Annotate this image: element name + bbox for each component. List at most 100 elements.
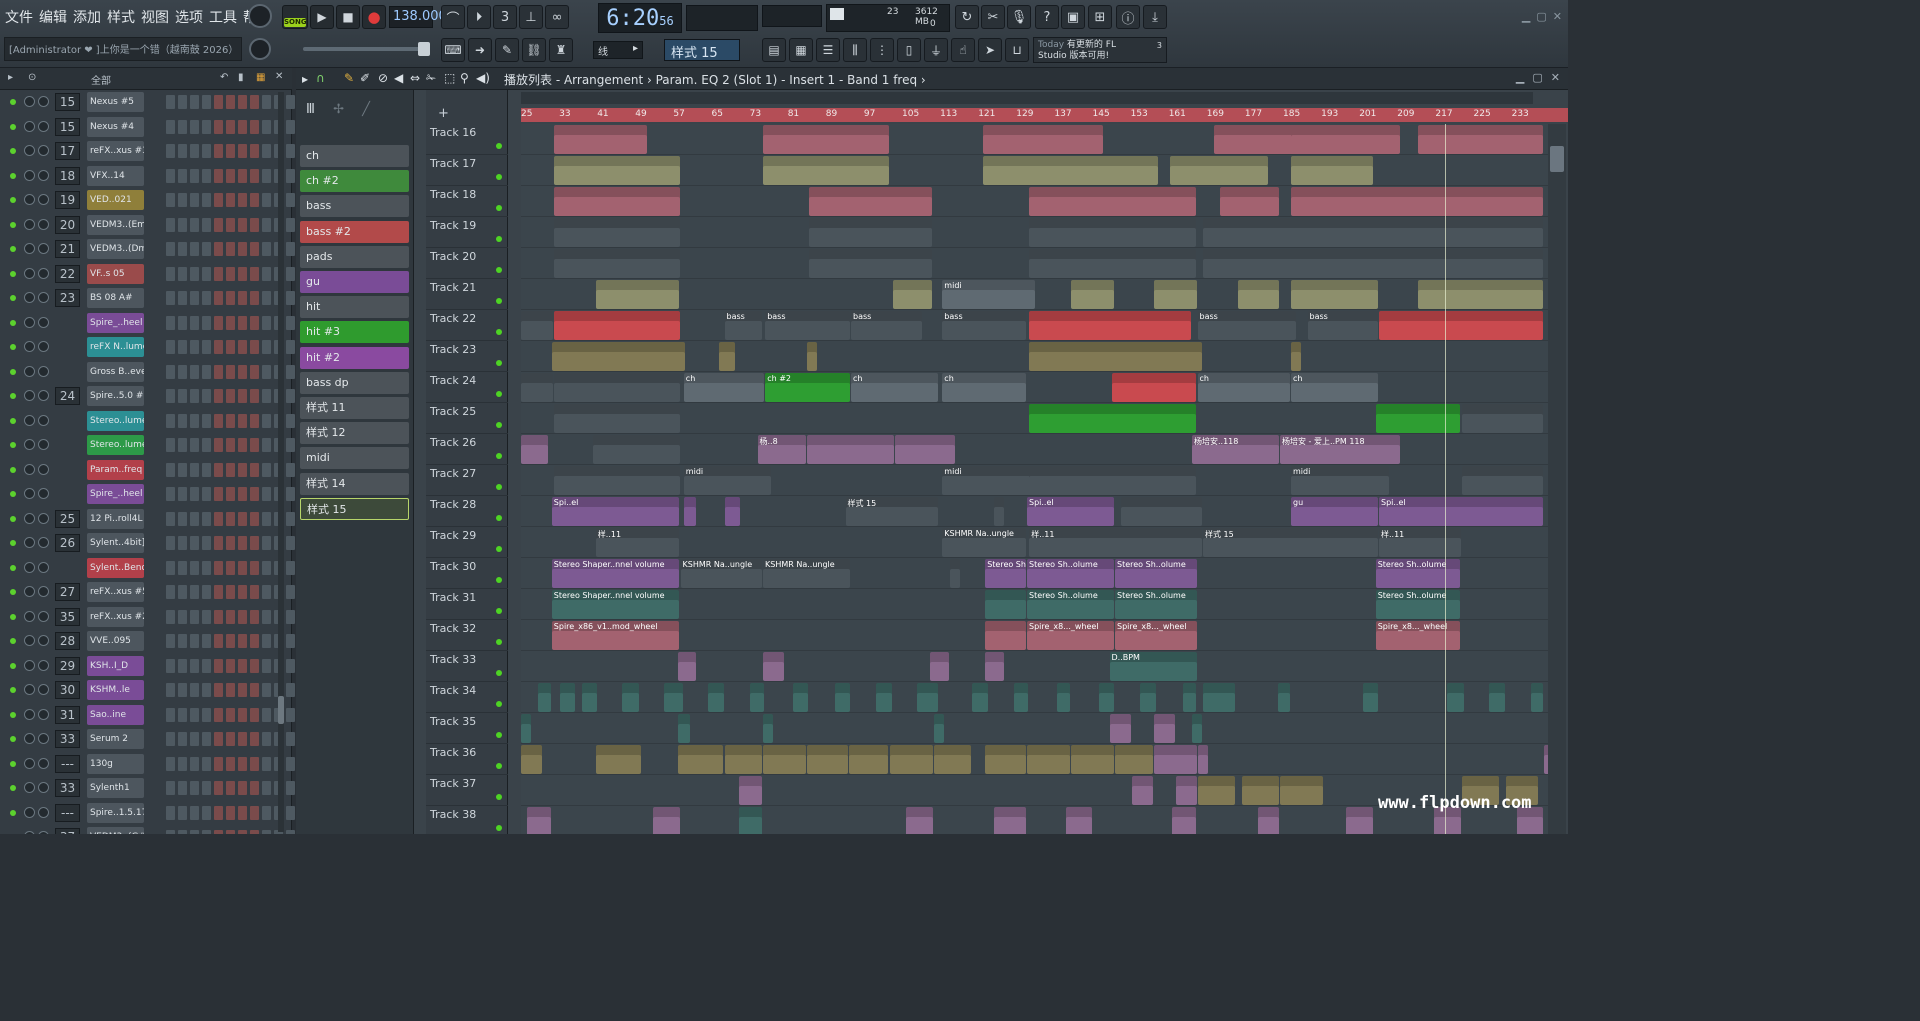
step-button[interactable] xyxy=(238,144,247,158)
channel-mixer-track[interactable] xyxy=(55,485,80,503)
step-button[interactable] xyxy=(202,242,211,256)
step-button[interactable] xyxy=(166,609,175,624)
channel-volume-knob[interactable] xyxy=(38,782,49,793)
step-button[interactable] xyxy=(250,168,259,183)
step-button[interactable] xyxy=(226,560,235,575)
channel-mixer-track[interactable]: 20 xyxy=(55,215,80,234)
playlist-clip[interactable] xyxy=(724,745,762,774)
playlist-clip[interactable] xyxy=(1029,249,1197,278)
step-button[interactable] xyxy=(166,585,175,599)
playlist-clip[interactable] xyxy=(1197,776,1235,805)
track-header[interactable]: Track 22 xyxy=(426,310,508,341)
channel-mute-led[interactable] xyxy=(10,197,16,203)
playlist-clip[interactable] xyxy=(559,683,575,712)
playlist-clip[interactable] xyxy=(1029,342,1202,371)
playlist-clip[interactable]: KSHMR Na..ungle xyxy=(763,559,850,588)
track-lane[interactable]: Spi..el 样式 15 Spi..el gu Spi..el xyxy=(521,496,1553,527)
volume-slider-handle[interactable] xyxy=(418,42,430,56)
track-lane[interactable] xyxy=(521,341,1553,372)
playlist-clip[interactable] xyxy=(1153,280,1197,309)
channel-mute-led[interactable] xyxy=(10,221,16,228)
step-button[interactable] xyxy=(250,683,259,697)
step-button[interactable] xyxy=(214,291,223,305)
save-button[interactable]: ▣ xyxy=(1061,5,1085,29)
step-button[interactable] xyxy=(202,487,211,501)
playlist-clip[interactable]: Spire_x8..._wheel xyxy=(1375,621,1461,650)
step-button[interactable] xyxy=(214,585,223,599)
step-button[interactable] xyxy=(166,340,175,354)
send-button[interactable]: ➤ xyxy=(978,38,1002,62)
playlist-clip[interactable] xyxy=(749,683,765,712)
playlist-clip[interactable]: bass xyxy=(724,311,762,340)
channel-mute-led[interactable] xyxy=(10,662,16,669)
step-button[interactable] xyxy=(226,732,235,746)
step-button[interactable] xyxy=(166,242,175,256)
track-lane[interactable]: Spire_x86_v1..mod_wheel Spire_x8..._wheel… xyxy=(521,620,1553,651)
step-button[interactable] xyxy=(190,732,199,746)
step-button[interactable] xyxy=(214,462,223,477)
channel-row[interactable]: 26 Sylent..4bit] xyxy=(0,531,295,555)
playlist-clip[interactable]: midi xyxy=(1291,466,1389,495)
step-button[interactable] xyxy=(286,487,295,501)
track-mute-led[interactable] xyxy=(496,236,502,242)
step-button[interactable] xyxy=(166,413,175,428)
playlist-clip[interactable] xyxy=(678,652,696,681)
channel-name-button[interactable]: Serum 2 xyxy=(87,729,144,749)
playlist-clip[interactable] xyxy=(1203,249,1543,278)
playlist-clip[interactable] xyxy=(1056,683,1070,712)
playhead[interactable] xyxy=(1445,124,1446,834)
channel-mute-led[interactable] xyxy=(10,123,16,130)
step-button[interactable] xyxy=(190,487,199,501)
step-button[interactable] xyxy=(166,560,175,575)
playlist-clip[interactable] xyxy=(1258,807,1279,834)
step-button[interactable] xyxy=(286,364,295,379)
playlist-overview-scrollbar[interactable] xyxy=(521,92,1533,104)
step-button[interactable] xyxy=(226,830,235,834)
step-button[interactable] xyxy=(262,585,271,599)
playlist-clip[interactable] xyxy=(554,373,680,402)
playlist-clip[interactable] xyxy=(1153,714,1175,743)
step-button[interactable] xyxy=(238,340,247,354)
channel-mute-led[interactable] xyxy=(10,760,16,767)
track-header[interactable]: Track 16 xyxy=(426,124,508,155)
step-button[interactable] xyxy=(202,95,211,109)
step-button[interactable] xyxy=(178,756,187,771)
step-button[interactable] xyxy=(226,658,235,673)
export-button[interactable]: ⤓ xyxy=(1143,5,1167,29)
track-header[interactable]: Track 18 xyxy=(426,186,508,217)
channel-mute-led[interactable] xyxy=(10,491,16,497)
playlist-clip[interactable]: Stereo Sh..olume xyxy=(1375,559,1461,588)
add-track-icon[interactable]: + xyxy=(438,106,449,121)
playlist-clip[interactable]: gu xyxy=(1291,497,1378,526)
step-button[interactable] xyxy=(286,658,295,673)
playlist-clip[interactable] xyxy=(809,187,933,216)
step-button[interactable] xyxy=(190,805,199,820)
playlist-clip[interactable] xyxy=(763,652,784,681)
channel-mixer-track[interactable] xyxy=(55,412,80,430)
next-button[interactable]: ➜ xyxy=(468,38,492,62)
step-button[interactable] xyxy=(166,756,175,771)
channel-rack-button[interactable]: ☰ xyxy=(816,38,840,62)
step-button[interactable] xyxy=(238,193,247,207)
picker-edit-icon[interactable]: ╱ xyxy=(362,102,370,117)
playlist-clip[interactable] xyxy=(930,652,949,681)
step-button[interactable] xyxy=(178,683,187,697)
mixer-button[interactable]: ⫼ xyxy=(843,38,867,62)
step-button[interactable] xyxy=(286,781,295,795)
playlist-clip[interactable] xyxy=(1489,683,1505,712)
playlist-clip[interactable] xyxy=(1027,745,1070,774)
playlist-clip[interactable] xyxy=(792,683,809,712)
step-button[interactable] xyxy=(166,511,175,526)
channel-row[interactable]: 19 VED..021 xyxy=(0,188,295,212)
step-button[interactable] xyxy=(238,266,247,281)
step-button[interactable] xyxy=(262,511,271,526)
step-button[interactable] xyxy=(238,732,247,746)
step-button[interactable] xyxy=(202,119,211,134)
playlist-clip[interactable] xyxy=(906,807,933,834)
delete-tool-icon[interactable]: ⊘ xyxy=(378,71,388,85)
track-header[interactable]: Track 25 xyxy=(426,403,508,434)
step-button[interactable] xyxy=(178,413,187,428)
track-mute-led[interactable] xyxy=(496,267,502,273)
channel-volume-knob[interactable] xyxy=(38,292,49,303)
step-button[interactable] xyxy=(262,805,271,820)
